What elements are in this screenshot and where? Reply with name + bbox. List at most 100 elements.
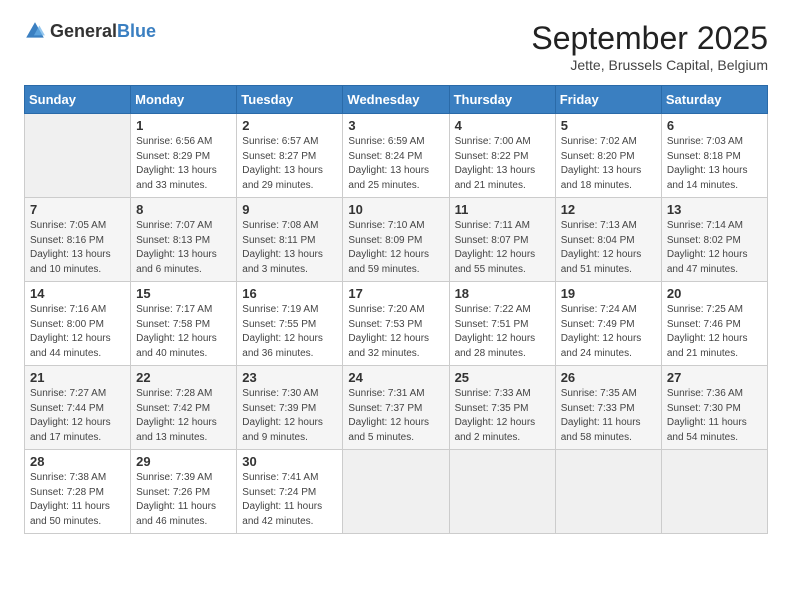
day-info: Sunrise: 7:00 AMSunset: 8:22 PMDaylight:… <box>455 135 550 193</box>
day-info: Sunrise: 7:25 AMSunset: 7:46 PMDaylight:… <box>667 303 762 361</box>
calendar-cell: 21 Sunrise: 7:27 AMSunset: 7:44 PMDayligh… <box>25 366 131 450</box>
calendar-cell: 24Sunrise: 7:31 AMSunset: 7:37 PMDayligh… <box>343 366 449 450</box>
day-number: 25 <box>455 370 550 385</box>
day-number: 10 <box>348 202 443 217</box>
day-info: Sunrise: 7:02 AMSunset: 8:20 PMDaylight:… <box>561 135 656 193</box>
day-number: 2 <box>242 118 337 133</box>
calendar-cell: 1 Sunrise: 6:56 AMSunset: 8:29 PMDaylight… <box>131 114 237 198</box>
calendar-cell: 30 Sunrise: 7:41 AMSunset: 7:24 PMDayligh… <box>237 450 343 534</box>
day-info: Sunrise: 7:16 AMSunset: 8:00 PMDaylight:… <box>30 303 125 361</box>
calendar-cell: 6 Sunrise: 7:03 AMSunset: 8:18 PMDaylight… <box>661 114 767 198</box>
header-saturday: Saturday <box>661 86 767 114</box>
day-info: Sunrise: 7:22 AMSunset: 7:51 PMDaylight:… <box>455 303 550 361</box>
calendar-cell: 25 Sunrise: 7:33 AMSunset: 7:35 PMDayligh… <box>449 366 555 450</box>
calendar-cell: 10 Sunrise: 7:10 AMSunset: 8:09 PMDayligh… <box>343 198 449 282</box>
calendar-cell <box>555 450 661 534</box>
day-info: Sunrise: 6:56 AMSunset: 8:29 PMDaylight:… <box>136 135 231 193</box>
calendar-cell: 5 Sunrise: 7:02 AMSunset: 8:20 PMDaylight… <box>555 114 661 198</box>
calendar-cell: 11Sunrise: 7:11 AMSunset: 8:07 PMDayligh… <box>449 198 555 282</box>
header-monday: Monday <box>131 86 237 114</box>
calendar-cell: 3Sunrise: 6:59 AMSunset: 8:24 PMDaylight… <box>343 114 449 198</box>
header-friday: Friday <box>555 86 661 114</box>
calendar-cell <box>343 450 449 534</box>
day-info: Sunrise: 7:27 AMSunset: 7:44 PMDaylight:… <box>30 387 125 445</box>
title-block: September 2025 Jette, Brussels Capital, … <box>531 20 768 73</box>
day-info: Sunrise: 7:03 AMSunset: 8:18 PMDaylight:… <box>667 135 762 193</box>
day-number: 24 <box>348 370 443 385</box>
day-info: Sunrise: 7:20 AMSunset: 7:53 PMDaylight:… <box>348 303 443 361</box>
calendar-table: SundayMondayTuesdayWednesdayThursdayFrid… <box>24 85 768 534</box>
calendar-cell: 29 Sunrise: 7:39 AMSunset: 7:26 PMDayligh… <box>131 450 237 534</box>
calendar-cell: 28Sunrise: 7:38 AMSunset: 7:28 PMDayligh… <box>25 450 131 534</box>
day-info: Sunrise: 7:30 AMSunset: 7:39 PMDaylight:… <box>242 387 337 445</box>
calendar-week-1: 7Sunrise: 7:05 AMSunset: 8:16 PMDaylight… <box>25 198 768 282</box>
page-header: GeneralBlue September 2025 Jette, Brusse… <box>24 20 768 73</box>
month-year: September 2025 <box>531 20 768 57</box>
day-info: Sunrise: 7:28 AMSunset: 7:42 PMDaylight:… <box>136 387 231 445</box>
calendar-cell: 20Sunrise: 7:25 AMSunset: 7:46 PMDayligh… <box>661 282 767 366</box>
header-tuesday: Tuesday <box>237 86 343 114</box>
day-number: 18 <box>455 286 550 301</box>
calendar-cell <box>25 114 131 198</box>
day-number: 23 <box>242 370 337 385</box>
calendar-cell: 18 Sunrise: 7:22 AMSunset: 7:51 PMDayligh… <box>449 282 555 366</box>
logo-general: General <box>50 21 117 41</box>
day-info: Sunrise: 7:17 AMSunset: 7:58 PMDaylight:… <box>136 303 231 361</box>
day-number: 5 <box>561 118 656 133</box>
calendar-week-3: 21 Sunrise: 7:27 AMSunset: 7:44 PMDayligh… <box>25 366 768 450</box>
calendar-body: 1 Sunrise: 6:56 AMSunset: 8:29 PMDaylight… <box>25 114 768 534</box>
day-number: 13 <box>667 202 762 217</box>
calendar-cell: 23 Sunrise: 7:30 AMSunset: 7:39 PMDayligh… <box>237 366 343 450</box>
day-info: Sunrise: 7:33 AMSunset: 7:35 PMDaylight:… <box>455 387 550 445</box>
day-number: 14 <box>30 286 125 301</box>
calendar-header-row: SundayMondayTuesdayWednesdayThursdayFrid… <box>25 86 768 114</box>
day-number: 26 <box>561 370 656 385</box>
day-number: 15 <box>136 286 231 301</box>
day-number: 29 <box>136 454 231 469</box>
header-wednesday: Wednesday <box>343 86 449 114</box>
calendar-week-0: 1 Sunrise: 6:56 AMSunset: 8:29 PMDaylight… <box>25 114 768 198</box>
calendar-cell: 15 Sunrise: 7:17 AMSunset: 7:58 PMDayligh… <box>131 282 237 366</box>
day-number: 16 <box>242 286 337 301</box>
day-info: Sunrise: 7:10 AMSunset: 8:09 PMDaylight:… <box>348 219 443 277</box>
day-number: 17 <box>348 286 443 301</box>
calendar-cell: 17 Sunrise: 7:20 AMSunset: 7:53 PMDayligh… <box>343 282 449 366</box>
location: Jette, Brussels Capital, Belgium <box>531 57 768 73</box>
day-info: Sunrise: 7:19 AMSunset: 7:55 PMDaylight:… <box>242 303 337 361</box>
calendar-cell: 8 Sunrise: 7:07 AMSunset: 8:13 PMDaylight… <box>131 198 237 282</box>
day-number: 21 <box>30 370 125 385</box>
calendar-cell: 27 Sunrise: 7:36 AMSunset: 7:30 PMDayligh… <box>661 366 767 450</box>
day-info: Sunrise: 7:14 AMSunset: 8:02 PMDaylight:… <box>667 219 762 277</box>
day-info: Sunrise: 7:07 AMSunset: 8:13 PMDaylight:… <box>136 219 231 277</box>
day-info: Sunrise: 7:39 AMSunset: 7:26 PMDaylight:… <box>136 471 231 529</box>
day-number: 7 <box>30 202 125 217</box>
day-info: Sunrise: 7:36 AMSunset: 7:30 PMDaylight:… <box>667 387 762 445</box>
header-thursday: Thursday <box>449 86 555 114</box>
day-number: 9 <box>242 202 337 217</box>
calendar-week-2: 14 Sunrise: 7:16 AMSunset: 8:00 PMDayligh… <box>25 282 768 366</box>
day-number: 27 <box>667 370 762 385</box>
day-number: 28 <box>30 454 125 469</box>
day-info: Sunrise: 7:11 AMSunset: 8:07 PMDaylight:… <box>455 219 550 277</box>
day-number: 30 <box>242 454 337 469</box>
calendar-cell: 9 Sunrise: 7:08 AMSunset: 8:11 PMDaylight… <box>237 198 343 282</box>
logo: GeneralBlue <box>24 20 156 42</box>
calendar-cell <box>661 450 767 534</box>
day-number: 19 <box>561 286 656 301</box>
day-info: Sunrise: 7:41 AMSunset: 7:24 PMDaylight:… <box>242 471 337 529</box>
header-sunday: Sunday <box>25 86 131 114</box>
day-info: Sunrise: 7:24 AMSunset: 7:49 PMDaylight:… <box>561 303 656 361</box>
calendar-cell: 2Sunrise: 6:57 AMSunset: 8:27 PMDaylight… <box>237 114 343 198</box>
logo-icon <box>24 20 46 42</box>
day-info: Sunrise: 7:08 AMSunset: 8:11 PMDaylight:… <box>242 219 337 277</box>
day-number: 6 <box>667 118 762 133</box>
logo-blue: Blue <box>117 21 156 41</box>
calendar-cell: 13 Sunrise: 7:14 AMSunset: 8:02 PMDayligh… <box>661 198 767 282</box>
day-info: Sunrise: 7:35 AMSunset: 7:33 PMDaylight:… <box>561 387 656 445</box>
day-number: 1 <box>136 118 231 133</box>
day-number: 8 <box>136 202 231 217</box>
calendar-cell: 7Sunrise: 7:05 AMSunset: 8:16 PMDaylight… <box>25 198 131 282</box>
day-number: 12 <box>561 202 656 217</box>
calendar-cell: 4Sunrise: 7:00 AMSunset: 8:22 PMDaylight… <box>449 114 555 198</box>
day-number: 22 <box>136 370 231 385</box>
